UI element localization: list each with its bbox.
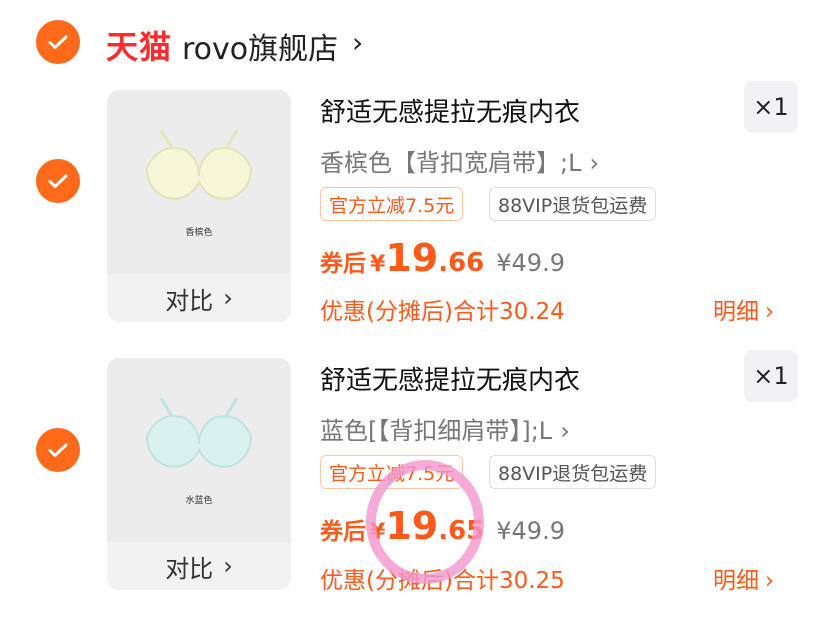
discount-summary: 优惠(分摊后)合计30.24 <box>320 299 565 325</box>
product-image[interactable]: 香槟色 <box>107 90 291 274</box>
vip-tag: 88VIP退货包运费 <box>489 187 657 221</box>
product-title[interactable]: 舒适无感提拉无痕内衣 <box>320 360 580 397</box>
shop-name-link[interactable]: rovo旗舰店 <box>182 24 338 68</box>
quantity-button[interactable]: ×1 <box>744 81 798 133</box>
item-select-checkbox[interactable] <box>36 159 80 203</box>
detail-label: 明细 <box>713 568 759 594</box>
highlight-circle <box>366 460 484 584</box>
variant-selector[interactable]: 香槟色【背扣宽肩带】;L › <box>320 143 599 178</box>
detail-link[interactable]: 明细 › <box>713 292 774 326</box>
product-image[interactable]: 水蓝色 <box>107 358 291 542</box>
chevron-right-icon[interactable]: › <box>352 26 363 59</box>
detail-link[interactable]: 明细 › <box>713 561 774 595</box>
chevron-right-icon: › <box>589 149 600 177</box>
thumb-label: 香槟色 <box>185 228 213 238</box>
price-row: 券后 ¥ 19 .66 ¥49.9 <box>320 236 565 280</box>
thumb-label: 水蓝色 <box>185 496 213 506</box>
vip-tag: 88VIP退货包运费 <box>489 455 657 489</box>
chevron-right-icon: › <box>223 552 233 580</box>
original-price: ¥49.9 <box>496 517 565 545</box>
original-price: ¥49.9 <box>496 249 565 277</box>
currency-symbol: ¥ <box>370 252 386 277</box>
variant-selector[interactable]: 蓝色[【背扣细肩带】];L › <box>320 411 570 446</box>
product-title[interactable]: 舒适无感提拉无痕内衣 <box>320 92 580 129</box>
checkmark-icon <box>48 174 68 188</box>
chevron-right-icon: › <box>765 299 775 325</box>
detail-label: 明细 <box>713 299 759 325</box>
bra-image <box>145 129 253 200</box>
chevron-right-icon: › <box>223 284 233 312</box>
item-select-checkbox[interactable] <box>36 428 80 472</box>
quantity-button[interactable]: ×1 <box>744 350 798 402</box>
price-integer: 19 <box>385 236 439 280</box>
tmall-logo: 天猫 <box>106 28 173 66</box>
compare-button[interactable]: 对比 › <box>107 542 291 590</box>
checkmark-icon <box>48 443 68 457</box>
compare-label: 对比 <box>165 554 214 583</box>
checkmark-icon <box>48 35 68 49</box>
shop-select-checkbox[interactable] <box>36 20 80 64</box>
price-decimal: .66 <box>438 248 485 278</box>
bra-image <box>145 397 253 468</box>
chevron-right-icon: › <box>765 568 775 594</box>
variant-label: 香槟色【背扣宽肩带】;L <box>320 149 582 177</box>
price-prefix: 券后 <box>320 519 366 545</box>
discount-tag: 官方立减7.5元 <box>320 187 464 221</box>
chevron-right-icon: › <box>560 417 570 445</box>
compare-label: 对比 <box>165 286 214 315</box>
variant-label: 蓝色[【背扣细肩带】];L <box>320 417 553 445</box>
price-prefix: 券后 <box>320 251 366 277</box>
compare-button[interactable]: 对比 › <box>107 274 291 322</box>
